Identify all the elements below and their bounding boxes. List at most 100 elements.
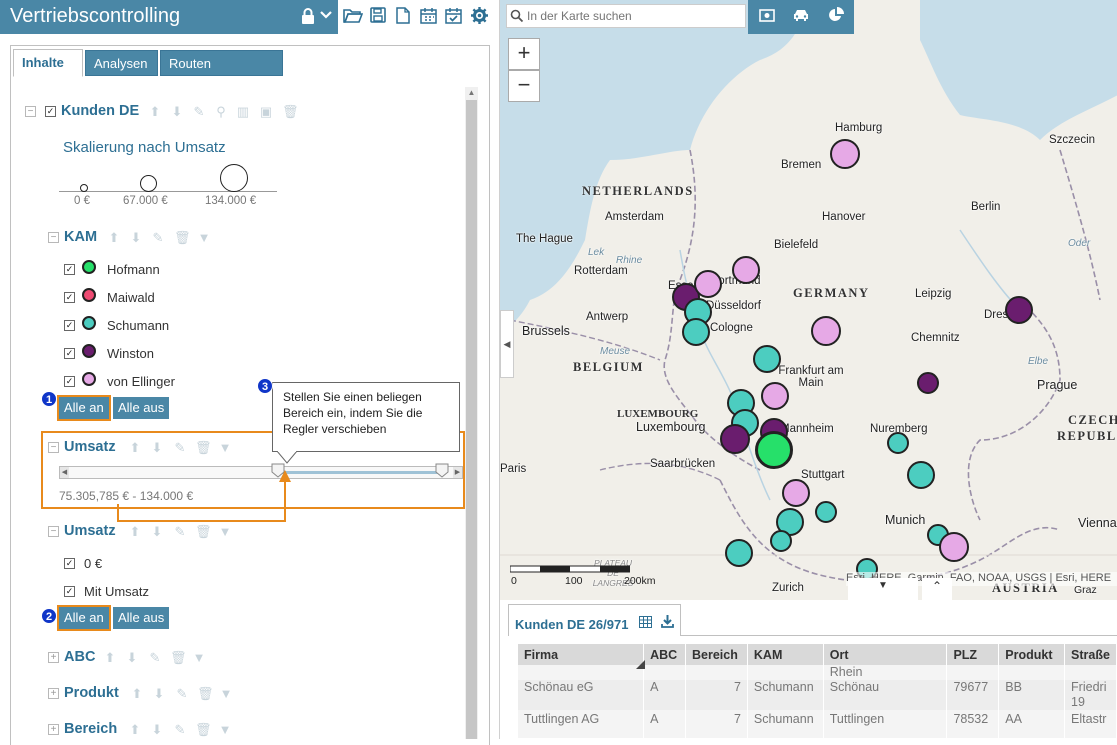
edit-icon[interactable]: ✎: [148, 650, 162, 666]
column-header[interactable]: Produkt: [998, 644, 1066, 665]
move-down-icon[interactable]: ⬇: [152, 686, 166, 702]
layer-checkbox[interactable]: ✓: [45, 106, 56, 117]
scrollbar-thumb[interactable]: [466, 100, 477, 739]
move-down-icon[interactable]: ⬇: [129, 230, 143, 246]
table-row[interactable]: Schönau eG A 7 Schumann Schönau 79677 BB Friedr…: [518, 680, 1117, 710]
map-marker[interactable]: [887, 432, 909, 454]
column-header[interactable]: Ort: [823, 644, 948, 665]
column-header[interactable]: KAM: [747, 644, 824, 665]
new-file-icon[interactable]: [393, 7, 413, 27]
move-down-icon[interactable]: ⬇: [125, 650, 139, 666]
kam-checkbox[interactable]: ✓: [64, 320, 75, 331]
lock-icon[interactable]: [298, 7, 318, 27]
car-icon[interactable]: [791, 7, 811, 27]
umsatz-checkbox[interactable]: ✓: [64, 586, 75, 597]
move-up-icon[interactable]: ⬆: [130, 686, 144, 702]
map-view[interactable]: NETHERLANDS GERMANY BELGIUM LUXEMBOURG C…: [499, 0, 1117, 600]
chevron-down-icon[interactable]: [316, 7, 336, 27]
filter-icon[interactable]: ▼: [218, 524, 232, 539]
column-header[interactable]: Firma: [518, 644, 645, 665]
delete-icon[interactable]: 🗑: [195, 524, 212, 540]
delete-icon[interactable]: 🗑: [170, 650, 187, 666]
kam-checkbox[interactable]: ✓: [64, 376, 75, 387]
map-marker[interactable]: [725, 539, 753, 567]
collapse-icon[interactable]: −: [48, 526, 59, 537]
edit-icon[interactable]: ✎: [175, 686, 189, 702]
column-header[interactable]: Straße: [1064, 644, 1117, 665]
umsatz-checkbox[interactable]: ✓: [64, 558, 75, 569]
map-pin-icon[interactable]: ⚲: [214, 104, 228, 120]
move-up-icon[interactable]: ⬆: [107, 230, 121, 246]
edit-icon[interactable]: ✎: [173, 722, 187, 738]
edit-icon[interactable]: ✎: [192, 104, 206, 120]
collapse-panel-icon[interactable]: ◀: [500, 310, 514, 378]
column-header[interactable]: Bereich: [685, 644, 748, 665]
screenshot-icon[interactable]: [757, 7, 777, 27]
expand-icon[interactable]: +: [48, 724, 59, 735]
expand-icon[interactable]: +: [48, 652, 59, 663]
map-marker[interactable]: [753, 345, 781, 373]
collapse-icon[interactable]: −: [25, 106, 36, 117]
map-marker[interactable]: [811, 316, 841, 346]
edit-icon[interactable]: ✎: [151, 230, 165, 246]
expand-icon[interactable]: +: [48, 688, 59, 699]
map-marker[interactable]: [720, 424, 750, 454]
map-marker[interactable]: [815, 501, 837, 523]
chevron-double-up-icon[interactable]: ⌃: [922, 578, 952, 600]
kam-all-off-button[interactable]: Alle aus: [113, 397, 170, 419]
move-down-icon[interactable]: ⬇: [150, 722, 164, 738]
tab-analysen[interactable]: Analysen: [85, 50, 158, 76]
collapse-icon[interactable]: −: [48, 232, 59, 243]
tab-routen-berechnen[interactable]: Routen berechnen: [160, 50, 283, 97]
move-down-icon[interactable]: ⬇: [170, 104, 184, 120]
move-up-icon[interactable]: ⬆: [128, 524, 142, 540]
map-marker[interactable]: [917, 372, 939, 394]
column-header[interactable]: PLZ: [946, 644, 1000, 665]
download-icon[interactable]: [661, 615, 675, 629]
filter-icon[interactable]: ▼: [219, 686, 233, 701]
map-marker[interactable]: [939, 532, 969, 562]
table-icon[interactable]: ▥: [236, 104, 250, 120]
map-search-input[interactable]: [527, 8, 737, 24]
zoom-out-button[interactable]: −: [508, 70, 540, 102]
tab-inhalte[interactable]: Inhalte: [13, 49, 83, 77]
map-marker[interactable]: [732, 256, 760, 284]
folder-open-icon[interactable]: [343, 7, 364, 27]
delete-icon[interactable]: 🗑: [197, 686, 214, 702]
move-up-icon[interactable]: ⬆: [128, 722, 142, 738]
image-icon[interactable]: ▣: [259, 104, 273, 120]
filter-icon[interactable]: ▼: [218, 722, 232, 737]
kam-checkbox[interactable]: ✓: [64, 348, 75, 359]
map-marker[interactable]: [770, 530, 792, 552]
filter-icon[interactable]: ▼: [197, 230, 211, 245]
grid-icon[interactable]: [639, 616, 653, 630]
kam-all-on-button[interactable]: Alle an: [57, 395, 111, 421]
column-resize-icon[interactable]: [636, 660, 645, 669]
delete-icon[interactable]: 🗑: [282, 104, 299, 120]
slider-right-arrow-icon[interactable]: ▶: [453, 467, 462, 478]
save-icon[interactable]: [368, 7, 388, 27]
map-marker[interactable]: [682, 318, 710, 346]
move-up-icon[interactable]: ⬆: [103, 650, 117, 666]
map-marker[interactable]: [694, 270, 722, 298]
umsatz-all-off-button[interactable]: Alle aus: [113, 607, 170, 629]
table-row[interactable]: Tuttlingen AG A 7 Schumann Tuttlingen 78532 AA…: [518, 710, 1117, 738]
filter-icon[interactable]: ▼: [192, 650, 206, 665]
map-marker[interactable]: [761, 382, 789, 410]
slider-left-arrow-icon[interactable]: ◀: [60, 467, 69, 478]
calendar-check-icon[interactable]: [443, 7, 463, 27]
table-row[interactable]: Rhein: [518, 665, 1117, 680]
map-marker[interactable]: [755, 431, 793, 469]
umsatz-all-on-button[interactable]: Alle an: [57, 605, 111, 631]
map-marker[interactable]: [782, 479, 810, 507]
map-marker[interactable]: [1005, 296, 1033, 324]
column-header[interactable]: ABC: [643, 644, 687, 665]
zoom-in-button[interactable]: +: [508, 38, 540, 70]
pie-chart-icon[interactable]: [826, 7, 846, 27]
map-marker[interactable]: [907, 461, 935, 489]
chevron-down-icon[interactable]: ▼: [848, 578, 918, 600]
edit-icon[interactable]: ✎: [173, 524, 187, 540]
delete-icon[interactable]: 🗑: [195, 722, 212, 738]
move-up-icon[interactable]: ⬆: [148, 104, 162, 120]
collapse-icon[interactable]: −: [48, 442, 59, 453]
